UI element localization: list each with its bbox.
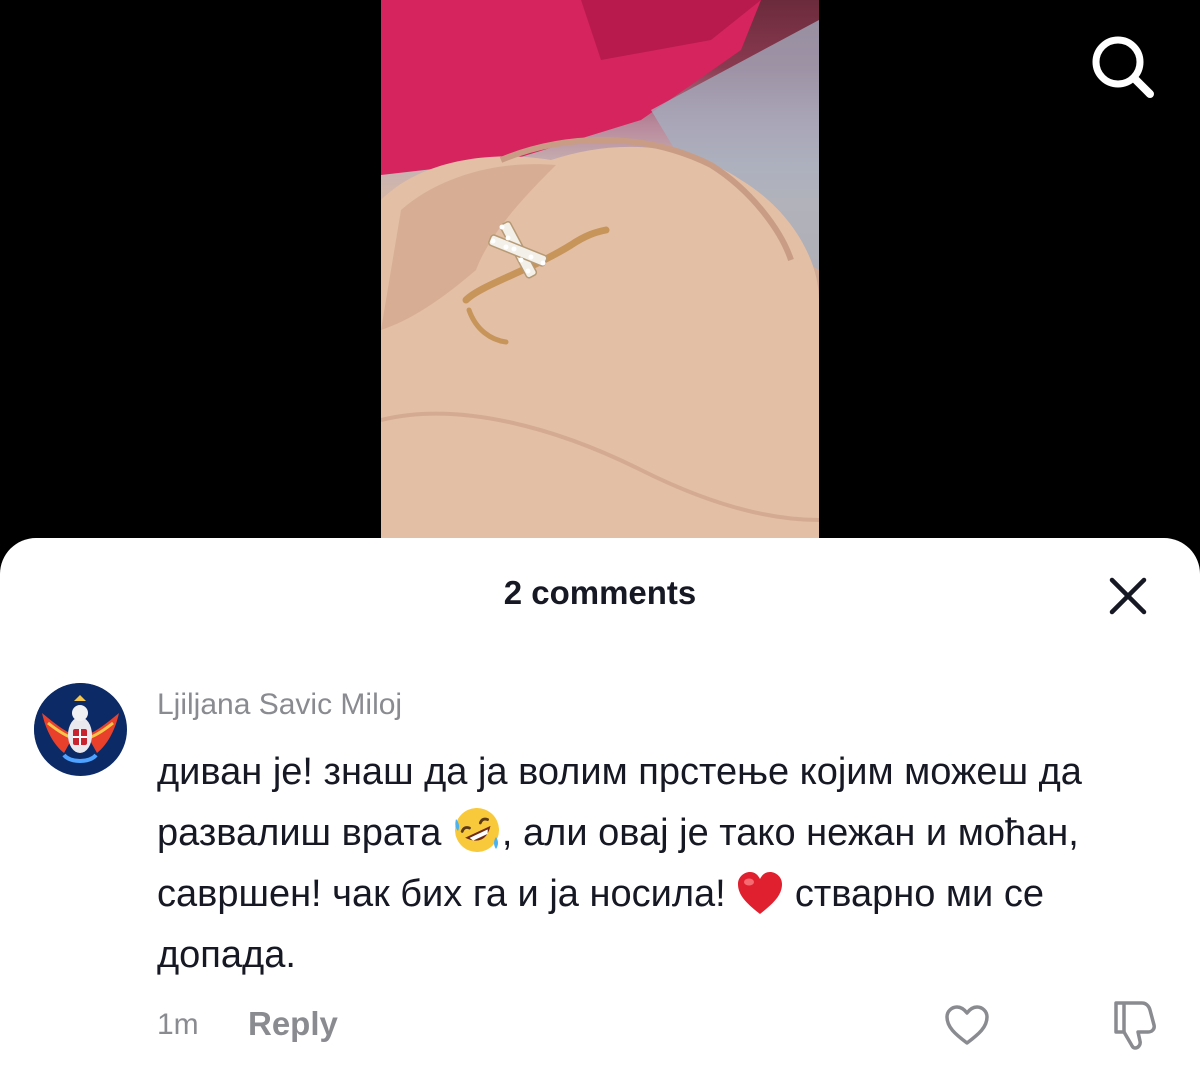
avatar[interactable] — [34, 683, 127, 776]
dislike-button[interactable] — [1108, 997, 1160, 1051]
eagle-avatar-icon — [34, 683, 126, 775]
thumbs-down-icon — [1114, 1001, 1156, 1050]
comment-username[interactable]: Ljiljana Savic Miloj — [157, 688, 402, 722]
comments-count-title: 2 comments — [503, 574, 697, 611]
close-button[interactable] — [1106, 574, 1150, 618]
video-player[interactable] — [381, 0, 819, 560]
ring-photo — [381, 0, 819, 560]
comment-text: диван је! знаш да ја волим прстење којим… — [157, 742, 1157, 986]
heart-outline-icon — [945, 1005, 989, 1045]
search-button[interactable] — [1088, 32, 1158, 102]
close-icon — [1109, 577, 1147, 615]
like-button[interactable] — [943, 1003, 991, 1047]
red-heart-emoji-icon — [738, 872, 783, 914]
comment-timestamp: 1m — [157, 1008, 199, 1041]
reply-button[interactable]: Reply — [248, 1005, 338, 1043]
rolling-on-floor-laughing-emoji-icon — [454, 808, 499, 852]
screen: 2 comments Ljiljana Savic Miloj диван је… — [0, 0, 1200, 1074]
search-icon — [1092, 36, 1154, 98]
